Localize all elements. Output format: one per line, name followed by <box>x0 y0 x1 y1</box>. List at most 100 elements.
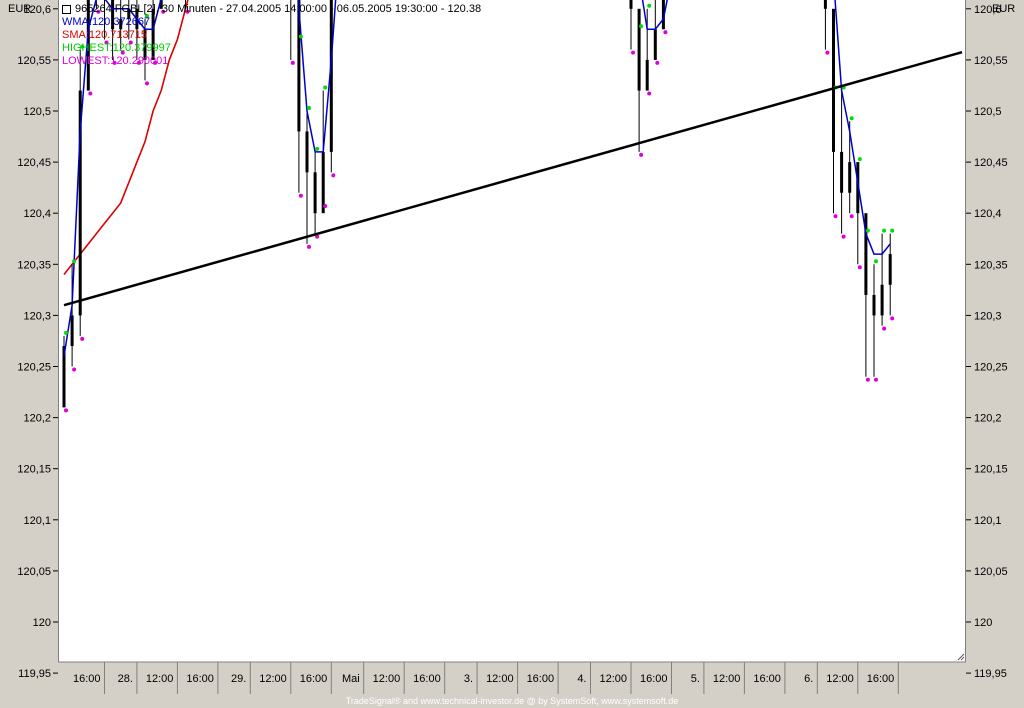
x-tick-label: 12:00 <box>599 673 627 685</box>
y-tick-label-left: 120,2 <box>23 413 51 425</box>
legend-sma: SMA:120.713715 <box>62 29 148 41</box>
lowest-marker <box>639 152 644 157</box>
y-tick-label-right: 120,2 <box>974 413 1002 425</box>
y-tick-label-right: 120,3 <box>974 310 1002 322</box>
lowest-marker <box>882 326 887 331</box>
y-tick-label-left: 120,15 <box>17 464 51 476</box>
ohlc-bar-body <box>832 8 835 152</box>
highest-marker <box>307 106 311 110</box>
y-tick-label-left: 120,3 <box>23 310 51 322</box>
x-tick-label: 12:00 <box>486 673 514 685</box>
y-tick-label-right: 120,25 <box>974 362 1008 374</box>
resize-grip-icon[interactable] <box>957 653 965 661</box>
chart-svg: 121,1121,1121,05121,05121121120,95120,95… <box>17 0 1008 694</box>
lowest-marker <box>663 30 668 35</box>
lowest-marker <box>865 377 870 382</box>
ohlc-bar-body <box>653 29 657 60</box>
highest-marker <box>639 24 644 29</box>
lowest-marker <box>323 203 328 208</box>
x-tick-label: 6. <box>804 673 813 685</box>
ohlc-bar-body <box>637 8 641 91</box>
legend-wma: WMA:120.372667 <box>62 16 151 28</box>
ohlc-bar-body <box>888 254 892 285</box>
lowest-marker <box>857 265 862 270</box>
y-tick-label-right: 120,4 <box>974 208 1002 220</box>
highest-marker <box>890 228 895 233</box>
y-tick-label-left: 120,35 <box>17 259 51 271</box>
highest-marker <box>857 157 862 162</box>
ohlc-bar-body <box>840 151 844 193</box>
lowest-marker <box>825 50 830 55</box>
highest-marker <box>874 259 878 264</box>
chart-settings-icon[interactable] <box>62 4 71 14</box>
x-tick-label: 29. <box>231 673 246 685</box>
highest-marker <box>323 85 328 90</box>
ohlc-bar-body <box>823 0 827 9</box>
x-tick-label: 16:00 <box>186 673 214 685</box>
chart-header: 965264 FGBL[2], 30 Minuten - 27.04.2005 … <box>62 3 481 68</box>
y-tick-label-right: 120,5 <box>974 106 1002 118</box>
lowest-marker <box>64 408 68 413</box>
x-tick-label: 4. <box>577 673 586 685</box>
x-tick-label: 28. <box>118 673 133 685</box>
highest-marker <box>64 330 68 335</box>
lowest-marker <box>655 60 660 65</box>
ohlc-bar-body <box>848 162 852 193</box>
lowest-marker <box>331 173 336 178</box>
lowest-marker <box>307 244 311 249</box>
x-tick-label: 12:00 <box>826 673 854 685</box>
x-tick-label: 16:00 <box>527 673 555 685</box>
y-tick-label-left: 120,6 <box>23 4 51 16</box>
x-tick-label: 16:00 <box>300 673 328 685</box>
x-tick-label: 16:00 <box>640 673 668 685</box>
y-tick-label-left: 120 <box>33 617 51 629</box>
lowest-marker <box>631 50 635 55</box>
y-tick-label-left: 120,55 <box>17 55 51 67</box>
legend-lowest: LOWEST:120.290001 <box>62 55 169 67</box>
y-tick-label-left: 120,05 <box>17 566 51 578</box>
x-tick-label: 12:00 <box>259 673 287 685</box>
lowest-marker <box>890 316 895 321</box>
highest-marker <box>882 228 887 233</box>
highest-marker <box>865 228 870 233</box>
lowest-marker <box>833 214 838 219</box>
y-tick-label-left: 119,95 <box>18 668 51 680</box>
footer-credit: TradeSignal® and www.technical-investor.… <box>345 696 679 706</box>
title-line: 965264 FGBL[2], 30 Minuten - 27.04.2005 … <box>62 3 481 16</box>
y-tick-label-right: 120,15 <box>974 464 1008 476</box>
y-tick-label-left: 120,45 <box>17 157 51 169</box>
ohlc-bar-body <box>629 0 633 9</box>
ohlc-bar-body <box>872 294 876 316</box>
ohlc-bar-body <box>305 131 309 173</box>
ohlc-bar-body <box>321 151 325 214</box>
y-tick-label-right: 120,35 <box>974 259 1008 271</box>
ohlc-bar-body <box>313 172 317 214</box>
legend-highest: HIGHEST:120.379997 <box>62 42 171 54</box>
x-tick-label: 16:00 <box>867 673 895 685</box>
y-tick-label-left: 120,4 <box>23 208 51 220</box>
x-tick-label: Mai <box>342 673 360 685</box>
lowest-marker <box>72 367 77 372</box>
lowest-marker <box>849 214 854 219</box>
lowest-marker <box>841 234 846 239</box>
y-tick-label-right: 120,6 <box>974 4 1002 16</box>
y-tick-label-right: 119,95 <box>974 668 1007 680</box>
ohlc-bar-body <box>70 315 74 347</box>
x-tick-label: 16:00 <box>753 673 781 685</box>
x-tick-label: 12:00 <box>713 673 741 685</box>
x-tick-label: 12:00 <box>146 673 174 685</box>
lowest-marker <box>145 81 149 86</box>
chart-title: 965264 FGBL[2], 30 Minuten - 27.04.2005 … <box>75 3 482 15</box>
x-tick-label: 5. <box>691 673 700 685</box>
y-tick-label-right: 120,55 <box>974 55 1008 67</box>
lowest-marker <box>874 377 878 382</box>
lowest-marker <box>80 336 85 341</box>
y-tick-label-left: 120,5 <box>23 106 51 118</box>
x-tick-label: 3. <box>464 673 473 685</box>
highest-marker <box>315 146 320 151</box>
support-trendline[interactable] <box>63 50 963 307</box>
x-tick-label: 12:00 <box>373 673 401 685</box>
lowest-marker <box>88 91 93 96</box>
lowest-marker <box>298 193 303 198</box>
y-tick-label-right: 120 <box>974 617 992 629</box>
